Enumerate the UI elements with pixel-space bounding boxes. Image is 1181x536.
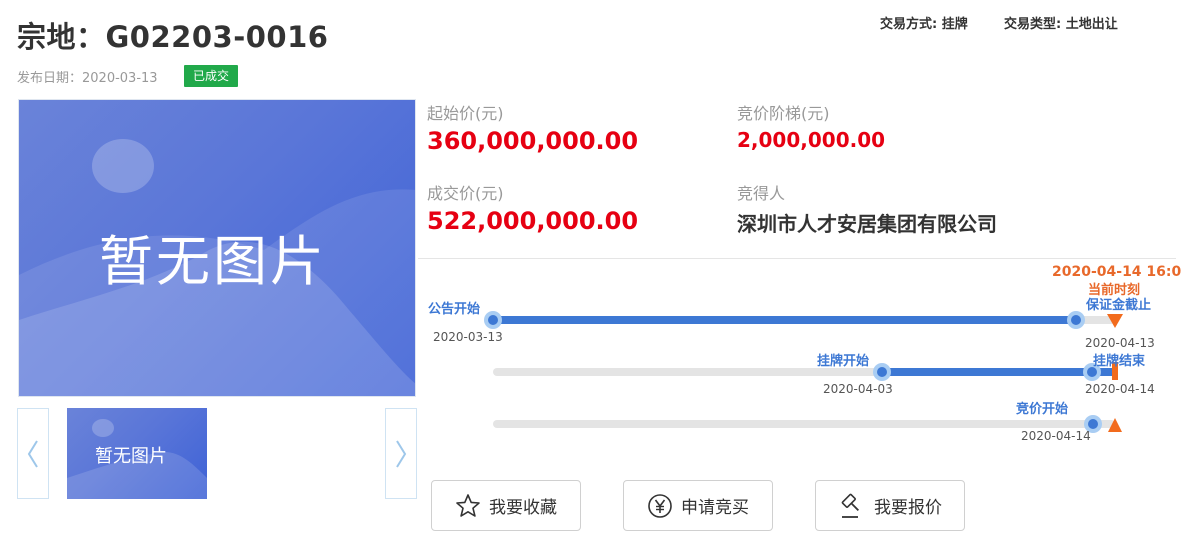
favorite-button[interactable]: 我要收藏 bbox=[431, 480, 581, 531]
favorite-label: 我要收藏 bbox=[489, 498, 557, 518]
listing-end-date: 2020-04-14 bbox=[1085, 382, 1155, 396]
listing-end-label: 挂牌结束 bbox=[1093, 354, 1146, 369]
star-icon bbox=[456, 493, 480, 517]
bidding-start-label: 竞价开始 bbox=[1016, 402, 1069, 417]
current-time: 2020-04-14 16:02 bbox=[1052, 264, 1181, 280]
deposit-deadline-date: 2020-04-13 bbox=[1085, 336, 1155, 350]
listing-progress bbox=[882, 368, 1112, 376]
timeline-graphic bbox=[484, 311, 1123, 433]
quote-label: 我要报价 bbox=[874, 498, 942, 518]
deposit-deadline-label: 保证金截止 bbox=[1086, 298, 1152, 313]
gavel-icon bbox=[841, 493, 860, 518]
notice-start-date: 2020-03-13 bbox=[433, 330, 503, 344]
notice-start-label: 公告开始 bbox=[428, 302, 481, 317]
apply-bid-label: 申请竞买 bbox=[681, 498, 749, 518]
bidding-track bbox=[493, 420, 1115, 428]
apply-bid-button[interactable]: 申请竞买 bbox=[623, 480, 773, 531]
bidding-start-date: 2020-04-14 bbox=[1021, 429, 1091, 443]
yen-icon bbox=[648, 493, 672, 518]
listing-start-label: 挂牌开始 bbox=[817, 354, 870, 369]
notice-progress bbox=[493, 316, 1076, 324]
quote-button[interactable]: 我要报价 bbox=[815, 480, 965, 531]
listing-start-date: 2020-04-03 bbox=[823, 382, 893, 396]
